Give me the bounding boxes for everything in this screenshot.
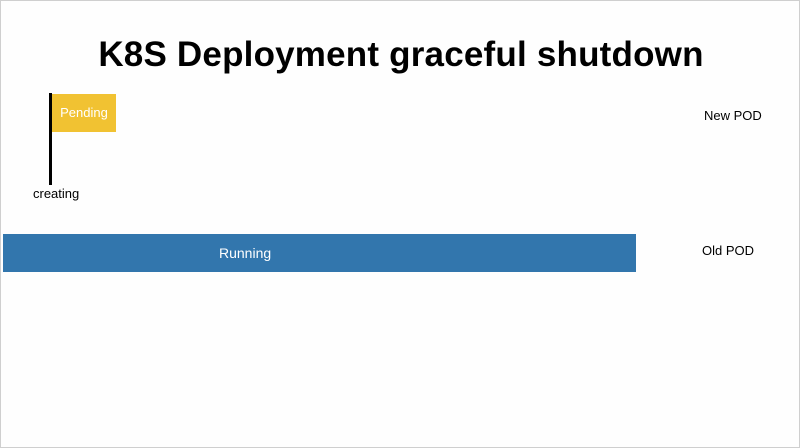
old-pod-label: Old POD [702, 243, 755, 258]
creating-label: creating [33, 186, 80, 201]
new-pod-label: New POD [704, 108, 762, 123]
slide-title: K8S Deployment graceful shutdown [98, 35, 704, 74]
old-pod-running-bar: Running [3, 234, 636, 272]
diagram-slide: K8S Deployment graceful shutdown Pending… [0, 0, 800, 448]
new-pod-pending-flag: Pending [52, 94, 116, 132]
